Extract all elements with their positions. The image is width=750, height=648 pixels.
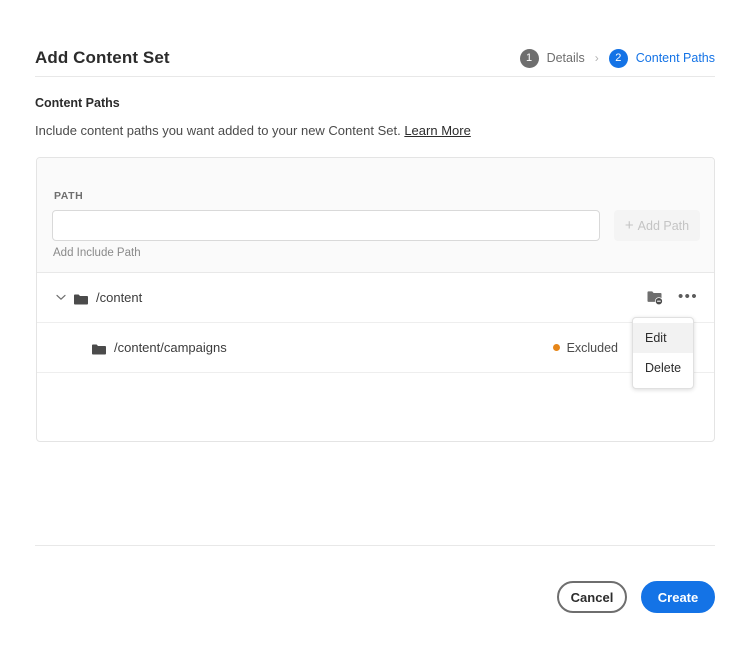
dialog-header: Add Content Set 1 Details › 2 Content Pa…	[35, 40, 715, 76]
dialog-footer: Cancel Create	[557, 581, 715, 613]
chevron-down-icon[interactable]	[53, 294, 69, 301]
learn-more-link[interactable]: Learn More	[404, 123, 470, 138]
folder-icon	[92, 342, 106, 355]
step-indicator: 1 Details › 2 Content Paths	[519, 48, 715, 68]
path-entry-panel: PATH + Add Path Add Include Path	[37, 158, 714, 273]
folder-icon	[74, 292, 88, 305]
content-paths-card: PATH + Add Path Add Include Path /conten…	[36, 157, 715, 442]
chevron-right-icon: ›	[594, 51, 599, 65]
status-badge: Excluded	[552, 340, 618, 355]
header-divider	[35, 76, 715, 77]
status-dot-icon	[552, 344, 560, 351]
page-title: Add Content Set	[35, 48, 170, 67]
add-path-button-label: Add Path	[637, 218, 690, 233]
step-1-circle: 1	[519, 48, 539, 68]
cancel-button[interactable]: Cancel	[557, 581, 627, 613]
table-row[interactable]: /content/campaigns Excluded	[37, 323, 714, 373]
step-details[interactable]: 1 Details	[519, 48, 585, 68]
step-2-label: Content Paths	[635, 51, 715, 65]
path-label: /content/campaigns	[114, 340, 227, 355]
content-path-tree: /content ••• /content/campaigns Excluded	[37, 273, 714, 373]
step-2-circle: 2	[608, 48, 628, 68]
menu-item-edit[interactable]: Edit	[633, 323, 693, 353]
menu-item-delete[interactable]: Delete	[633, 353, 693, 383]
step-content-paths[interactable]: 2 Content Paths	[608, 48, 715, 68]
section-description-text: Include content paths you want added to …	[35, 123, 401, 138]
section-title: Content Paths	[35, 96, 120, 110]
path-input[interactable]	[52, 210, 600, 241]
create-button[interactable]: Create	[641, 581, 715, 613]
path-label: /content	[96, 290, 143, 305]
footer-divider	[35, 545, 715, 546]
row-context-menu: Edit Delete	[632, 317, 694, 389]
more-options-icon[interactable]: •••	[678, 289, 698, 308]
path-field-label: PATH	[54, 190, 84, 202]
path-helper-text: Add Include Path	[53, 247, 141, 259]
add-content-set-dialog: Add Content Set 1 Details › 2 Content Pa…	[0, 0, 750, 648]
add-path-button[interactable]: + Add Path	[614, 210, 700, 241]
plus-icon: +	[624, 217, 634, 234]
folder-exclude-icon[interactable]	[647, 290, 664, 306]
row-actions: •••	[647, 273, 698, 323]
table-row[interactable]: /content •••	[37, 273, 714, 323]
section-description: Include content paths you want added to …	[35, 123, 471, 138]
step-1-label: Details	[546, 51, 585, 65]
status-label: Excluded	[566, 340, 618, 355]
